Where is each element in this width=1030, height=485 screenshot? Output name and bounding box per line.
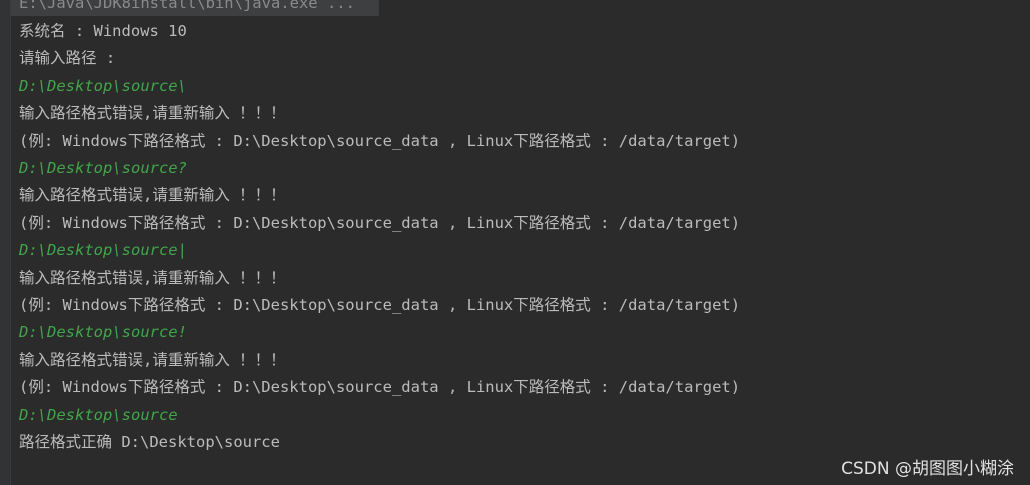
console-user-input: D:\Desktop\source? [19,159,187,177]
console-line-example: (例: Windows下路径格式 : D:\Desktop\source_dat… [19,132,741,150]
console-user-input: D:\Desktop\source| [19,241,187,259]
console-line-prompt: 请输入路径 : [19,49,116,67]
console-line-example: (例: Windows下路径格式 : D:\Desktop\source_dat… [19,214,741,232]
console-line-error: 输入路径格式错误,请重新输入 ！！！ [19,269,286,287]
console-line-error: 输入路径格式错误,请重新输入 ！！！ [19,351,286,369]
console-line-success: 路径格式正确 D:\Desktop\source [19,433,280,451]
command-line[interactable]: E:\Java\JDK8install\bin\java.exe ... [19,0,355,14]
console-line-example: (例: Windows下路径格式 : D:\Desktop\source_dat… [19,296,741,314]
console-line-os: 系统名 : Windows 10 [19,22,187,40]
console-user-input: D:\Desktop\source [19,406,178,424]
console-line-error: 输入路径格式错误,请重新输入 ！！！ [19,186,286,204]
run-console[interactable]: E:\Java\JDK8install\bin\java.exe ... 系统名… [0,0,1030,485]
console-user-input: D:\Desktop\source! [19,323,187,341]
console-line-error: 输入路径格式错误,请重新输入 ！！！ [19,104,286,122]
csdn-watermark: CSDN @胡图图小糊涂 [841,459,1014,479]
console-line-example: (例: Windows下路径格式 : D:\Desktop\source_dat… [19,378,741,396]
console-gutter [0,0,11,485]
console-user-input: D:\Desktop\source\ [19,77,187,95]
